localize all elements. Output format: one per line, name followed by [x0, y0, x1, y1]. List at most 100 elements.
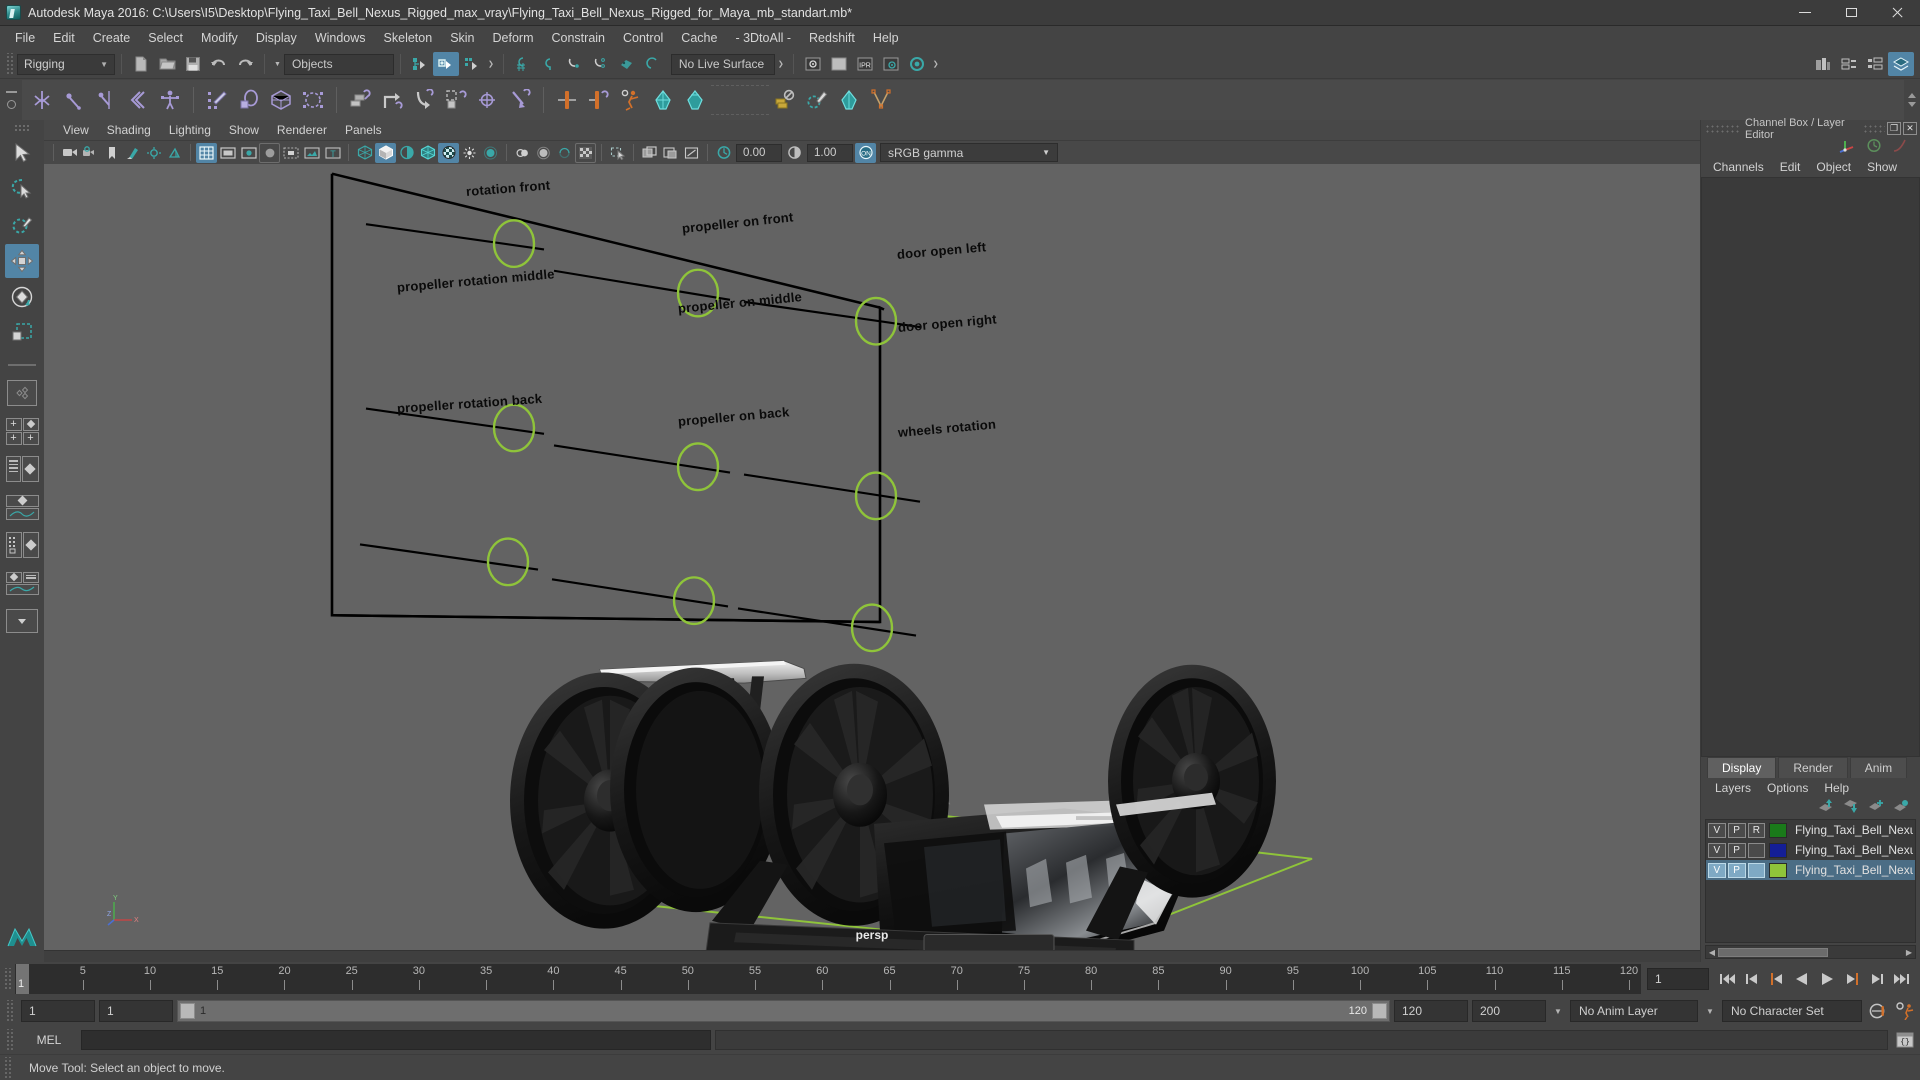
pole-vector-constraint-icon[interactable] [504, 83, 536, 117]
select-by-hierarchy-icon[interactable] [407, 52, 433, 76]
wireframe-icon[interactable] [354, 143, 375, 163]
channel-box-content[interactable] [1701, 177, 1920, 757]
animation-preferences-icon[interactable] [1894, 999, 1918, 1023]
panel-menu-view[interactable]: View [54, 121, 98, 139]
selection-mask-field[interactable]: Objects [283, 53, 394, 75]
panel-menu-shading[interactable]: Shading [98, 121, 160, 139]
panel-menu-show[interactable]: Show [220, 121, 268, 139]
channel-menu-edit[interactable]: Edit [1772, 158, 1809, 176]
scale-tool-icon[interactable] [5, 316, 39, 350]
hypershade-persp-layout-icon[interactable] [4, 528, 40, 562]
motion-path-icon[interactable] [865, 83, 897, 117]
persp-graph-outliner-layout-icon[interactable] [4, 566, 40, 600]
bind-skin-icon[interactable] [201, 83, 233, 117]
channel-menu-show[interactable]: Show [1859, 158, 1905, 176]
go-to-start-icon[interactable] [1715, 967, 1739, 991]
select-by-object-type-icon[interactable] [432, 52, 459, 76]
show-hide-channel-box-icon[interactable] [1862, 52, 1888, 76]
layer-reference-toggle[interactable]: R [1747, 822, 1766, 838]
layer-reference-toggle[interactable] [1747, 842, 1766, 858]
snap-to-projected-center-icon[interactable] [588, 52, 614, 76]
menu-display[interactable]: Display [247, 28, 306, 48]
multisample-icon[interactable] [575, 142, 596, 163]
layer-list-scrollbar[interactable]: ◀ ▶ [1705, 945, 1916, 959]
exposure-reset-icon[interactable] [713, 143, 734, 163]
skeleton-joint-icon[interactable] [26, 83, 58, 117]
script-editor-icon[interactable]: {} [1892, 1029, 1918, 1051]
menu-edit[interactable]: Edit [44, 28, 84, 48]
time-slider-grip[interactable] [3, 968, 12, 990]
anim-end-time-field[interactable]: 200 [1472, 1000, 1546, 1022]
clock-icon[interactable] [1866, 138, 1882, 156]
bookmark-icon[interactable] [101, 143, 122, 163]
motion-blur-icon[interactable] [554, 143, 575, 163]
layer-playback-toggle[interactable]: P [1727, 822, 1746, 838]
text-overlay-icon[interactable]: T [322, 143, 343, 163]
use-default-light-icon[interactable] [459, 143, 480, 163]
undo-icon[interactable] [206, 52, 232, 76]
live-surface-field[interactable]: No Live Surface [670, 53, 775, 75]
rotate-tool-icon[interactable] [5, 280, 39, 314]
textured-icon[interactable] [438, 142, 459, 163]
shadow-map-icon[interactable] [512, 143, 533, 163]
layer-color-swatch[interactable] [1769, 862, 1787, 878]
layer-reference-toggle[interactable] [1747, 862, 1766, 878]
toolbox-grip[interactable] [14, 124, 30, 131]
more-layouts-icon[interactable] [4, 604, 40, 638]
step-forward-key-icon[interactable] [1840, 967, 1864, 991]
menu-set-selector[interactable]: Rigging ▼ [17, 53, 115, 75]
step-back-frame-icon[interactable] [1740, 967, 1764, 991]
show-hide-layer-editor-icon[interactable] [1888, 52, 1914, 76]
make-live-icon[interactable] [614, 52, 640, 76]
shadows-icon[interactable] [164, 143, 185, 163]
anim-start-time-field[interactable]: 1 [21, 1000, 95, 1022]
grid-toggle-icon[interactable] [196, 142, 217, 163]
orient-constraint-icon[interactable] [408, 83, 440, 117]
point-constraint-icon[interactable] [376, 83, 408, 117]
undock-icon[interactable]: ❐ [1887, 122, 1901, 135]
xray-active-components-icon[interactable] [681, 143, 702, 163]
menu-deform[interactable]: Deform [484, 28, 543, 48]
step-back-key-icon[interactable] [1765, 967, 1789, 991]
menu-file[interactable]: File [6, 28, 44, 48]
script-language-label[interactable]: MEL [21, 1033, 77, 1047]
render-sequence-icon[interactable] [826, 52, 852, 76]
command-input[interactable] [81, 1030, 711, 1050]
minimize-button[interactable] [1782, 0, 1828, 25]
menu-cache[interactable]: Cache [672, 28, 726, 48]
exposure-value-field[interactable]: 0.00 [736, 143, 782, 162]
move-layer-down-icon[interactable] [1843, 799, 1860, 816]
blend-shape-icon[interactable] [769, 83, 801, 117]
outliner-persp-layout-icon[interactable] [4, 452, 40, 486]
panel-menu-panels[interactable]: Panels [336, 121, 391, 139]
hypershade-icon[interactable] [904, 52, 930, 76]
quick-rig-icon[interactable] [154, 83, 186, 117]
select-by-component-type-icon[interactable] [459, 52, 485, 76]
ik-handle-icon[interactable] [551, 83, 583, 117]
current-frame-field[interactable]: 1 [1647, 968, 1709, 990]
layer-color-swatch[interactable] [1769, 822, 1787, 838]
step-forward-frame-icon[interactable] [1865, 967, 1889, 991]
paint-weights-icon[interactable] [801, 83, 833, 117]
render-settings-icon[interactable] [878, 52, 904, 76]
play-forwards-icon[interactable] [1815, 967, 1839, 991]
panel-menu-renderer[interactable]: Renderer [268, 121, 336, 139]
open-scene-icon[interactable] [154, 52, 180, 76]
gamma-icon[interactable] [784, 143, 805, 163]
range-start-handle[interactable] [180, 1003, 195, 1019]
xray-joints-icon[interactable] [660, 143, 681, 163]
layer-menu-help[interactable]: Help [1816, 780, 1857, 796]
menu-3dtoall[interactable]: - 3DtoAll - [726, 28, 800, 48]
xray-icon[interactable] [639, 143, 660, 163]
show-hide-attribute-editor-icon[interactable] [1810, 52, 1836, 76]
resolution-gate-icon[interactable] [238, 143, 259, 163]
deform-mesh-icon[interactable] [833, 83, 865, 117]
range-slider-grip[interactable] [5, 1000, 14, 1022]
isolate-select-icon[interactable] [607, 143, 628, 163]
aim-constraint-icon[interactable] [472, 83, 504, 117]
channel-menu-object[interactable]: Object [1808, 158, 1859, 176]
scroll-right-icon[interactable]: ▶ [1903, 948, 1915, 957]
insert-joint-icon[interactable] [90, 83, 122, 117]
perspective-viewport[interactable]: rotation front propeller on front door ope… [44, 164, 1700, 950]
parent-constraint-icon[interactable] [344, 83, 376, 117]
